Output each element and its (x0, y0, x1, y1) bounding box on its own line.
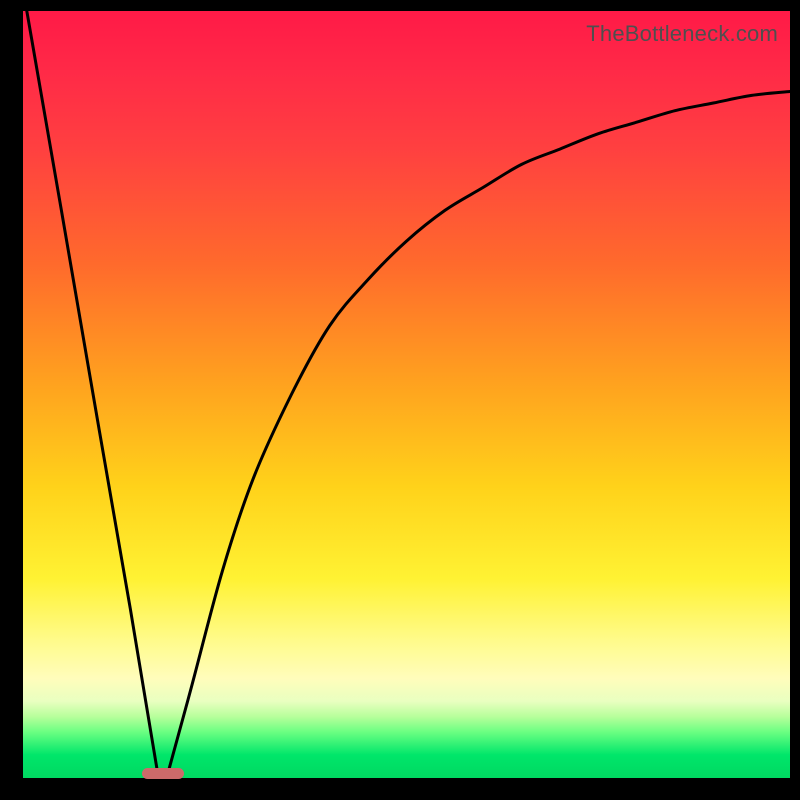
right-curve-line (169, 92, 790, 771)
left-slope-line (27, 11, 157, 770)
plot-area: TheBottleneck.com (23, 11, 790, 778)
curve-layer (23, 11, 790, 778)
chart-frame: TheBottleneck.com (0, 0, 800, 800)
optimal-pill-marker (142, 768, 184, 779)
